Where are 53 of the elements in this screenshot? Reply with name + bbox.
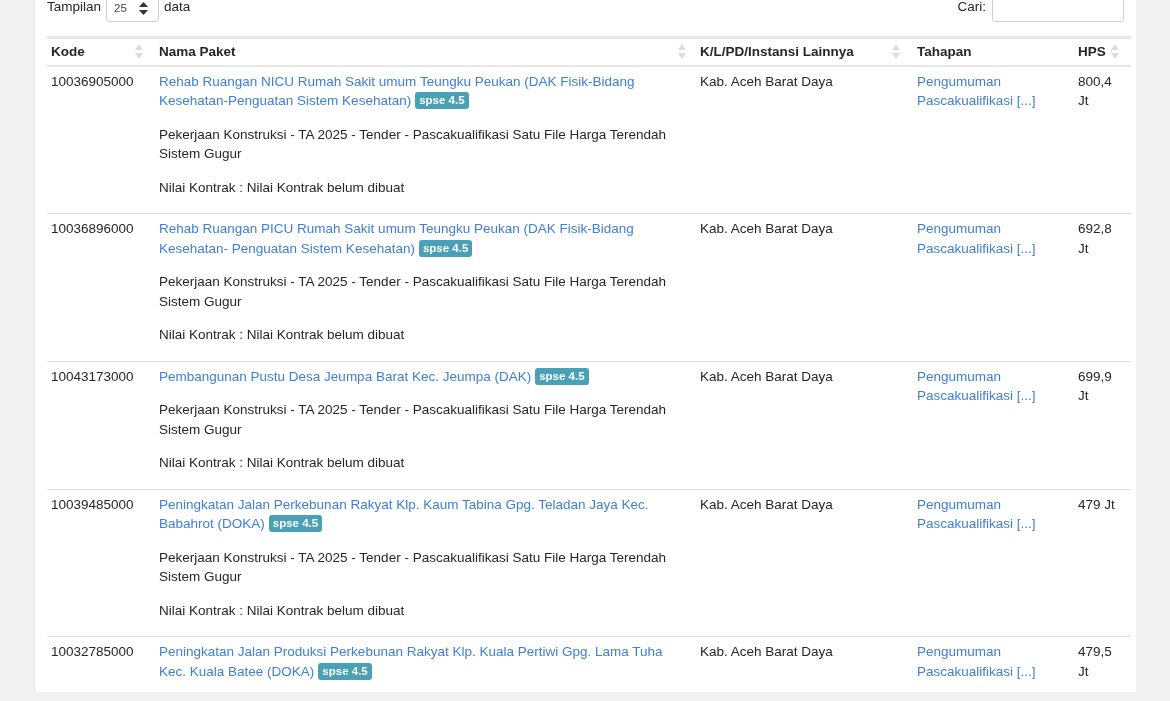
procurement-type: Pekerjaan Konstruksi - TA 2025 - Tender - Pascakualifikasi Satu File Harga Terendah Sistem Gugur [159,273,668,311]
search-label: Cari: [957,0,986,16]
sort-icon [135,44,143,60]
version-badge: spse 4.5 [415,92,469,109]
version-badge: spse 4.5 [318,662,372,680]
search-field[interactable] [992,0,1124,22]
sort-icon [892,44,900,60]
sort-icon [1111,44,1119,60]
hps-value: 800,4 Jt [1078,73,1112,108]
contract-value: Nilai Kontrak : Nilai Kontrak belum dibuat [159,601,406,620]
agency-name: Kab. Aceh Barat Daya [700,73,833,89]
package-link[interactable]: Rehab Ruangan NICU Rumah Sakit umum Teungku Peukan (DAK Fisik-Bidang Kesehatan-Penguatan Sistem Kesehatan) spse 4.5 [159,71,686,111]
package-code: 10043173000 [51,368,134,384]
stage-link[interactable]: Pengumuman Pascakualifikasi [...] [917,642,1064,681]
contract-value: Nilai Kontrak : Nilai Kontrak belum dibuat [159,454,406,472]
agency-name: Kab. Aceh Barat Daya [700,368,833,384]
package-link[interactable]: Rehab Ruangan PICU Rumah Sakit umum Teungku Peukan (DAK Fisik-Bidang Kesehatan- Penguatan Sistem Kesehatan) spse 4.5 [159,219,686,258]
package-code: 10036896000 [51,221,134,236]
agency-name: Kab. Aceh Barat Daya [700,221,833,236]
package-link[interactable]: Peningkatan Jalan Produksi Perkebunan Rakyat Klp. Kuala Pertiwi Gpg. Lama Tuha Kec. Kuala Batee (DOKA) spse 4.5 [159,642,686,681]
stage-link[interactable]: Pengumuman Pascakualifikasi [...] [917,71,1064,111]
stage-link[interactable]: Pengumuman Pascakualifikasi [...] [917,494,1064,534]
stage-link[interactable]: Pengumuman Pascakualifikasi [...] [917,219,1064,258]
show-label: Tampilan [47,0,102,16]
hps-value: 479,5 Jt [1078,644,1112,679]
version-badge: spse 4.5 [418,239,473,257]
data-label: data [164,0,191,16]
column-header[interactable]: Nama Paket [153,37,694,66]
column-header[interactable]: HPS [1072,37,1131,66]
column-header[interactable]: Kode [47,37,153,66]
sort-icon [678,44,686,60]
hps-value: 699,9 Jt [1078,368,1112,403]
stage-link[interactable]: Pengumuman Pascakualifikasi [...] [917,366,1064,406]
procurement-type: Pekerjaan Konstruksi - TA 2025 - Tender - Pascakualifikasi Satu File Harga Terendah Sistem Gugur [159,401,668,439]
contract-value: Nilai Kontrak : Nilai Kontrak belum dibuat [159,178,406,197]
page-length-select[interactable]: 25 [106,0,160,22]
package-code: 10039485000 [51,496,134,512]
version-badge: spse 4.5 [535,367,589,385]
hps-value: 479 Jt [1078,496,1115,512]
package-link[interactable]: Pembangunan Pustu Desa Jeumpa Barat Kec. Jeumpa (DAK) spse 4.5 [159,366,686,386]
hps-value: 692,8 Jt [1078,221,1112,256]
package-code: 10032785000 [51,644,134,659]
procurement-type: Pekerjaan Konstruksi - TA 2025 - Tender - Pascakualifikasi Satu File Harga Terendah Sistem Gugur [159,125,668,163]
agency-name: Kab. Aceh Barat Daya [700,644,833,659]
column-header[interactable]: K/L/PD/Instansi Lainnya [694,37,911,66]
package-link[interactable]: Peningkatan Jalan Perkebunan Rakyat Klp. Kaum Tabina Gpg. Teladan Jaya Kec. Babahrot (DOKA) spse 4.5 [159,494,686,534]
package-code: 10036905000 [51,73,134,89]
column-header: Tahapan [911,37,1072,66]
sort-caret-icon [139,2,149,15]
contract-value: Nilai Kontrak : Nilai Kontrak belum dibuat [159,326,406,344]
agency-name: Kab. Aceh Barat Daya [700,496,833,512]
version-badge: spse 4.5 [268,515,323,532]
procurement-type: Pekerjaan Konstruksi - TA 2025 - Tender - Pascakualifikasi Satu File Harga Terendah Sistem Gugur [159,548,668,586]
